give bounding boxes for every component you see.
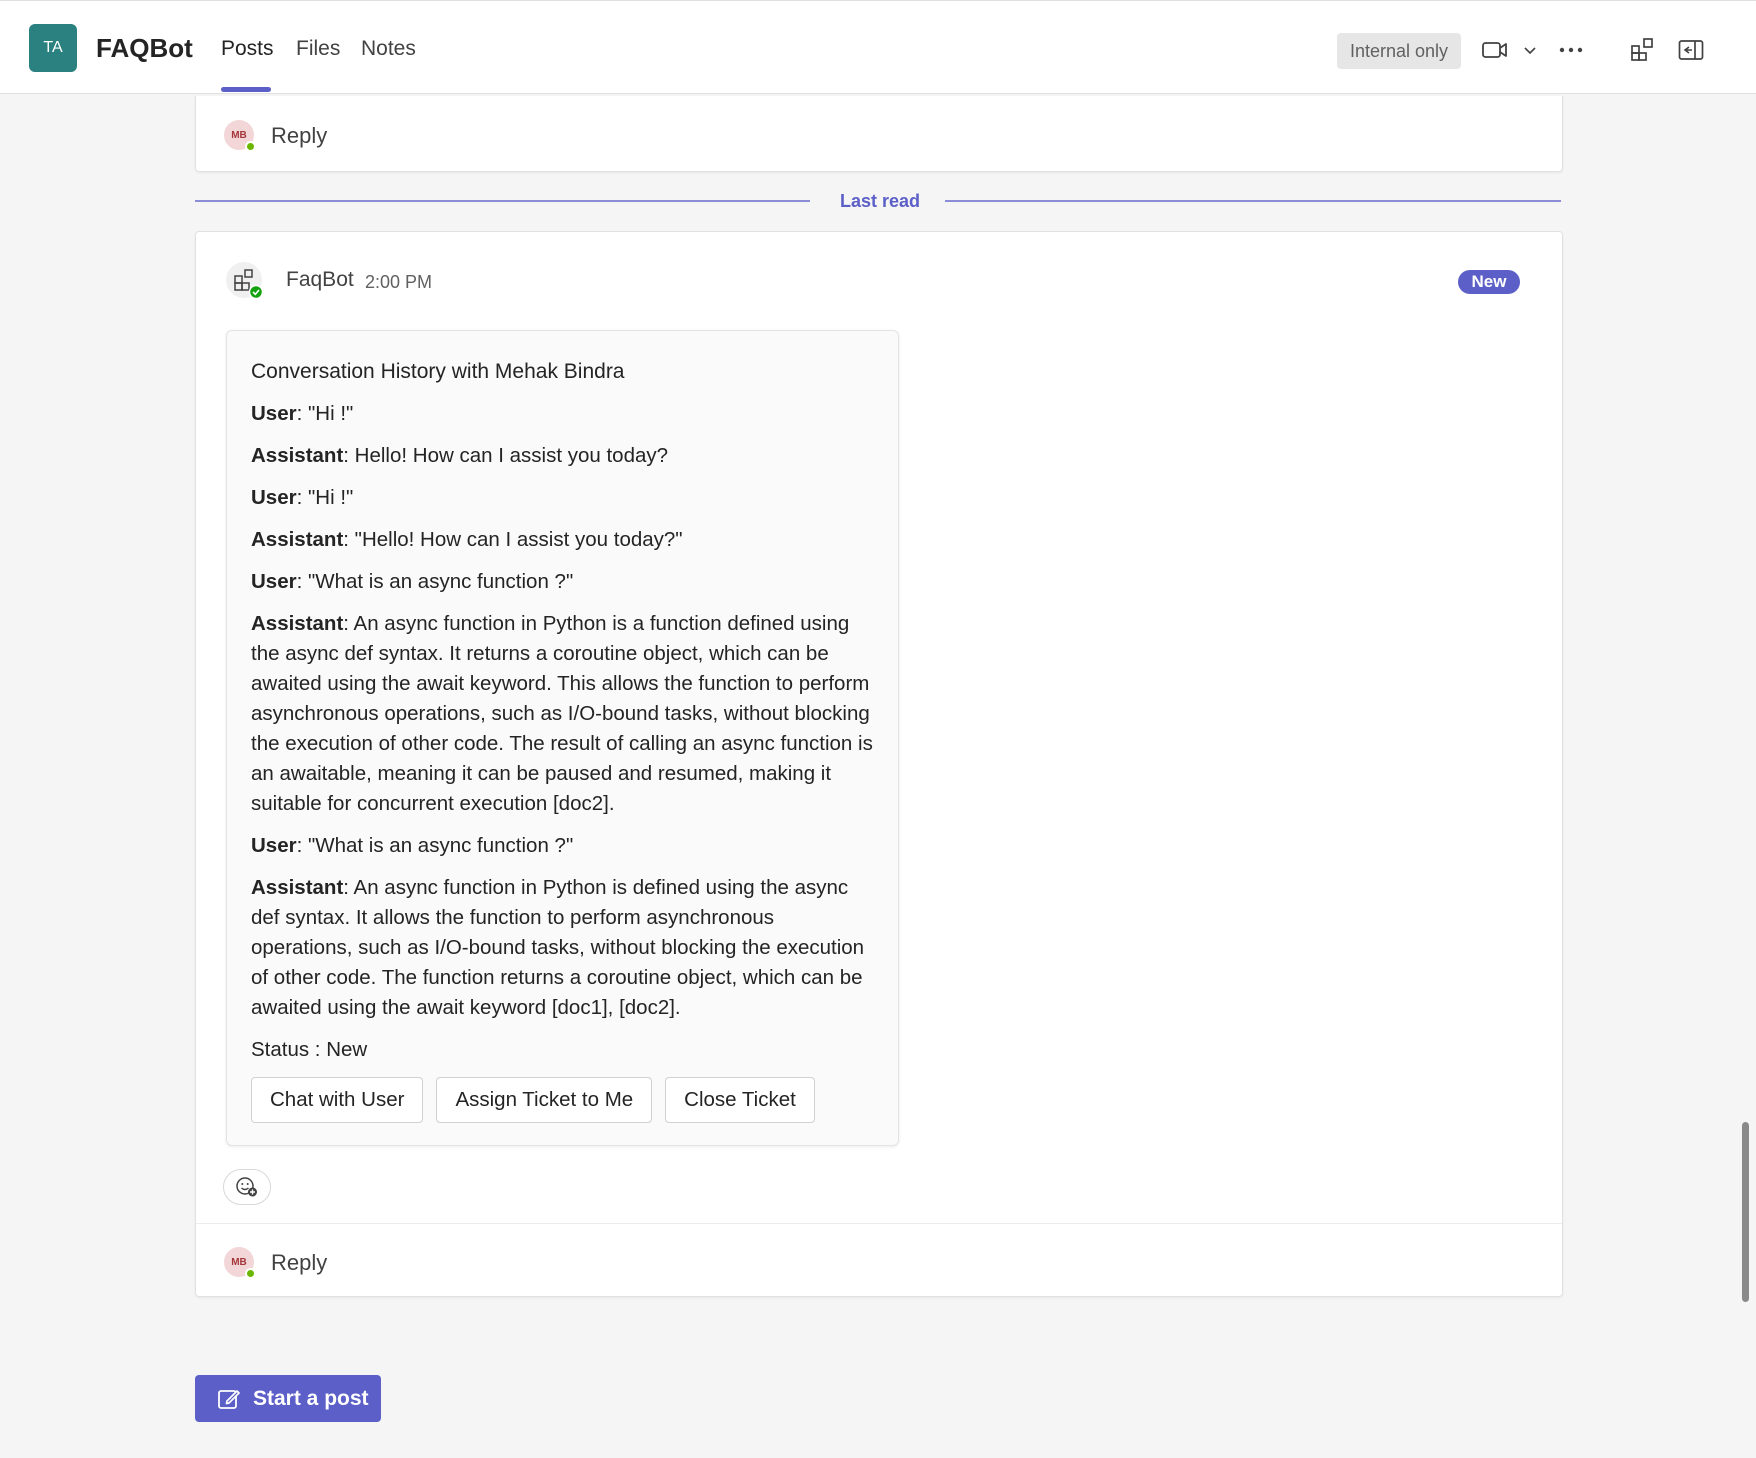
reply-row[interactable]: MB Reply (196, 100, 1562, 170)
message-text: : "Hi !" (296, 402, 354, 425)
divider (196, 1223, 1562, 1224)
vertical-scrollbar[interactable] (1742, 1122, 1749, 1302)
active-tab-indicator (221, 87, 271, 92)
avatar-initials: MB (231, 129, 247, 141)
reply-button[interactable]: Reply (271, 1250, 327, 1276)
card-actions: Chat with User Assign Ticket to Me Close… (251, 1077, 876, 1123)
conversation-history: User: "Hi !" Assistant: Hello! How can I … (251, 399, 876, 1023)
sensitivity-label[interactable]: Internal only (1337, 33, 1461, 69)
post-timestamp: 2:00 PM (365, 272, 433, 292)
conversation-message: User: "What is an async function ?" (251, 831, 876, 861)
last-read-line-left (195, 200, 810, 202)
apps-icon[interactable] (1626, 33, 1660, 67)
team-name: FAQBot (96, 33, 193, 63)
message-text: : "Hello! How can I assist you today?" (343, 528, 683, 551)
message-text: : "What is an async function ?" (296, 834, 574, 857)
conversation-message: User: "Hi !" (251, 399, 876, 429)
message-text: : An async function in Python is a funct… (251, 612, 873, 815)
conversation-message: User: "What is an async function ?" (251, 567, 876, 597)
adaptive-card: Conversation History with Mehak Bindra U… (226, 330, 899, 1146)
assign-ticket-button[interactable]: Assign Ticket to Me (436, 1077, 653, 1123)
compose-icon (218, 1389, 240, 1409)
bot-avatar[interactable] (226, 262, 264, 300)
chevron-down-icon[interactable] (1512, 33, 1548, 67)
reply-button[interactable]: Reply (271, 123, 327, 149)
start-a-post-button[interactable]: Start a post (195, 1375, 381, 1422)
last-read-line-right (945, 200, 1561, 202)
bot-app-icon (226, 262, 264, 300)
reply-row[interactable]: MB Reply (196, 1227, 1562, 1297)
avatar: MB (224, 1247, 256, 1279)
conversation-message: Assistant: An async function in Python i… (251, 609, 876, 819)
avatar: MB (224, 120, 256, 152)
tab-files[interactable]: Files (296, 37, 340, 61)
conversation-message: Assistant: An async function in Python i… (251, 873, 876, 1023)
message-speaker: Assistant (251, 444, 344, 467)
message-text: : "Hi !" (296, 486, 354, 509)
team-avatar[interactable]: TA (29, 24, 77, 72)
more-options-icon[interactable] (1554, 33, 1588, 67)
tab-posts[interactable]: Posts (221, 37, 274, 61)
add-reaction-button[interactable] (223, 1169, 271, 1205)
avatar-initials: MB (231, 1256, 247, 1268)
conversation-message: Assistant: "Hello! How can I assist you … (251, 525, 876, 555)
tab-notes[interactable]: Notes (361, 37, 416, 61)
message-speaker: User (251, 486, 297, 509)
message-speaker: User (251, 402, 297, 425)
chat-with-user-button[interactable]: Chat with User (251, 1077, 424, 1123)
bot-post-card: FaqBot 2:00 PM New Conversation History … (195, 231, 1563, 1297)
side-panel-icon[interactable] (1674, 33, 1708, 67)
message-speaker: User (251, 570, 297, 593)
team-initials: TA (43, 39, 63, 56)
start-a-post-label: Start a post (253, 1386, 369, 1410)
conversation-message: User: "Hi !" (251, 483, 876, 513)
channel-header: TA FAQBot Posts Files Notes Internal onl… (0, 0, 1756, 94)
conversation-message: Assistant: Hello! How can I assist you t… (251, 441, 876, 471)
message-speaker: Assistant (251, 612, 344, 635)
message-speaker: Assistant (251, 528, 344, 551)
previous-post-card: MB Reply (195, 96, 1563, 172)
message-text: : An async function in Python is defined… (251, 876, 865, 1019)
post-author[interactable]: FaqBot (286, 268, 354, 292)
message-text: : "What is an async function ?" (296, 570, 574, 593)
message-speaker: Assistant (251, 876, 344, 899)
presence-available-icon (245, 141, 256, 152)
add-reaction-icon (236, 1177, 257, 1197)
last-read-label: Last read (840, 191, 921, 211)
card-title: Conversation History with Mehak Bindra (251, 360, 625, 383)
close-ticket-button[interactable]: Close Ticket (665, 1077, 815, 1123)
message-text: : Hello! How can I assist you today? (343, 444, 669, 467)
new-badge: New (1458, 270, 1520, 294)
message-speaker: User (251, 834, 297, 857)
video-camera-icon[interactable] (1478, 33, 1512, 67)
presence-available-icon (245, 1268, 256, 1279)
ticket-status: Status : New (251, 1038, 368, 1061)
